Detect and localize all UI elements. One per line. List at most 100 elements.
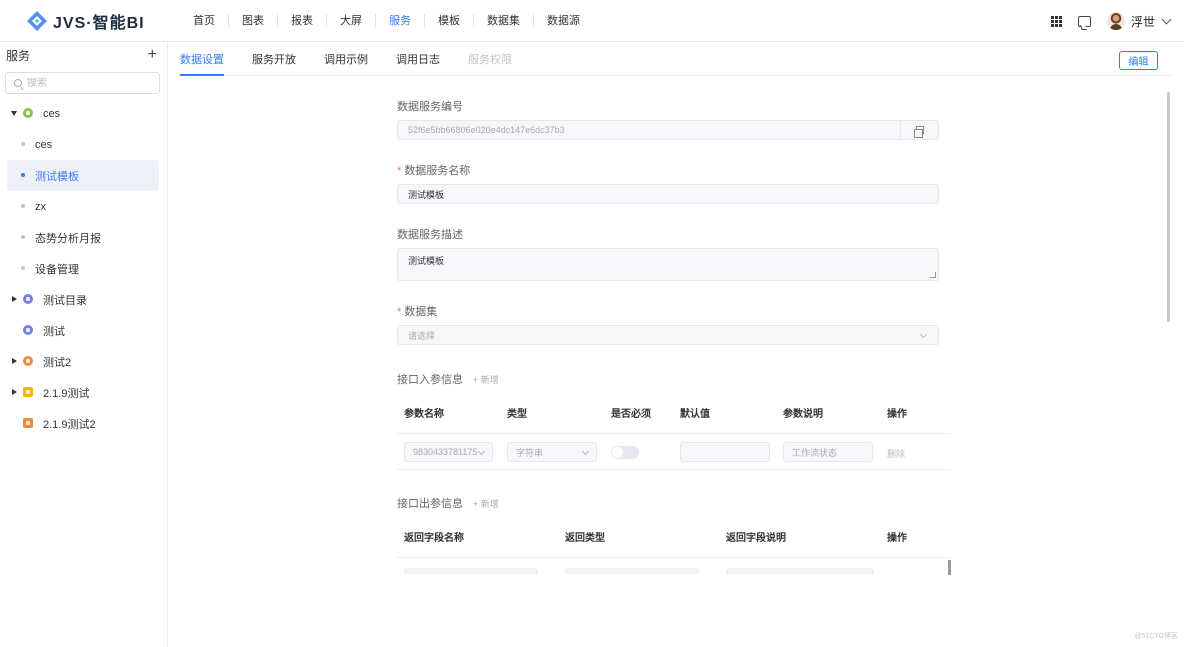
- folder-icon: [23, 108, 33, 118]
- folder-icon: [23, 387, 33, 397]
- resize-handle-icon[interactable]: [930, 272, 936, 278]
- add-input-param-button[interactable]: + 新增: [473, 373, 499, 386]
- tree-folder-test-directory[interactable]: 测试目录: [0, 284, 167, 315]
- tree-item-ces[interactable]: ces: [0, 129, 167, 160]
- nav-datasources[interactable]: 数据源: [534, 14, 593, 28]
- service-id-label: 数据服务编号: [397, 101, 463, 113]
- caret-right-icon[interactable]: [12, 296, 17, 302]
- nav-reports[interactable]: 报表: [278, 13, 327, 28]
- col-actions: 操作: [887, 409, 907, 420]
- chevron-down-icon[interactable]: [1161, 14, 1172, 24]
- required-mark: *: [397, 165, 402, 177]
- sidebar-title: 服务: [6, 48, 31, 63]
- tree-item-zx[interactable]: zx: [0, 191, 167, 222]
- tree-label: 2.1.9测试2: [43, 418, 96, 431]
- output-params-title: 接口出参信息: [397, 498, 463, 510]
- input-params-section: 接口入参信息 + 新增: [397, 371, 499, 387]
- tree-label: 测试: [43, 325, 65, 338]
- folder-icon: [23, 325, 33, 335]
- partial-input[interactable]: [726, 568, 874, 574]
- param-desc-input[interactable]: 工作流状态: [783, 442, 873, 462]
- caret-right-icon[interactable]: [12, 389, 17, 395]
- chevron-down-icon: [477, 447, 486, 456]
- tree-folder-test[interactable]: 测试: [0, 315, 167, 346]
- tab-bar: 数据设置 服务开放 调用示例 调用日志 服务权限: [180, 42, 1172, 76]
- tree-folder-ces[interactable]: ces: [0, 98, 167, 129]
- tree-item-device-management[interactable]: 设备管理: [0, 253, 167, 284]
- required-mark: *: [397, 306, 402, 318]
- nav-datasets[interactable]: 数据集: [474, 13, 534, 28]
- user-area: 浮世: [1050, 0, 1172, 42]
- logo-icon: [26, 10, 48, 32]
- folder-icon: [23, 294, 33, 304]
- output-params-header: 返回字段名称 返回类型 返回字段说明 操作: [397, 516, 950, 558]
- bullet-icon: [21, 173, 25, 177]
- bullet-icon: [21, 204, 25, 208]
- dataset-placeholder: 请选择: [408, 330, 436, 341]
- nav-screens[interactable]: 大屏: [327, 13, 376, 28]
- service-desc-textarea[interactable]: 测试模板: [397, 248, 939, 281]
- chevron-down-icon: [581, 447, 590, 456]
- col-param-name: 参数名称: [404, 409, 444, 420]
- avatar[interactable]: [1106, 12, 1125, 30]
- main-nav: 首页 图表 报表 大屏 服务 模板 数据集 数据源: [180, 13, 593, 28]
- caret-right-icon[interactable]: [12, 358, 17, 364]
- param-name-select[interactable]: 9830433781175: [404, 442, 493, 462]
- sidebar-search[interactable]: [5, 72, 160, 94]
- tab-service-permission[interactable]: 服务权限: [468, 51, 512, 75]
- tab-data-settings[interactable]: 数据设置: [180, 51, 224, 76]
- input-params-title: 接口入参信息: [397, 374, 463, 386]
- service-name-field[interactable]: 测试模板: [397, 184, 939, 204]
- page-scrollbar[interactable]: [1167, 92, 1170, 322]
- tree-label: ces: [35, 138, 53, 151]
- nav-templates[interactable]: 模板: [425, 13, 474, 28]
- message-icon[interactable]: [1077, 15, 1091, 27]
- dataset-select[interactable]: 请选择: [397, 325, 939, 345]
- add-output-param-button[interactable]: + 新增: [473, 497, 499, 510]
- apps-grid-icon[interactable]: [1050, 15, 1062, 27]
- copy-button[interactable]: [900, 120, 938, 140]
- nav-charts[interactable]: 图表: [229, 13, 278, 28]
- col-type: 类型: [507, 409, 527, 420]
- tree-item-test-template[interactable]: 测试模板: [7, 160, 159, 191]
- service-id-field: 52f6e5bb66806e020e4dc147e6dc37b3: [397, 120, 939, 140]
- tree-folder-219-test2[interactable]: 2.1.9测试2: [0, 408, 167, 439]
- tab-call-log[interactable]: 调用日志: [396, 51, 440, 75]
- table-row: 9830433781175 字符串 工作流状态 删除: [397, 434, 950, 470]
- partial-select[interactable]: [565, 568, 699, 574]
- tab-call-example[interactable]: 调用示例: [324, 51, 368, 75]
- service-tree: ces ces 测试模板 zx 态势分析月报 设备管理 测试目录 测试 测试2 …: [0, 98, 167, 439]
- inner-scrollbar[interactable]: [948, 560, 951, 575]
- bullet-icon: [21, 235, 25, 239]
- default-value-input[interactable]: [680, 442, 770, 462]
- tree-folder-219-test[interactable]: 2.1.9测试: [0, 377, 167, 408]
- search-input[interactable]: [27, 77, 147, 89]
- tab-service-open[interactable]: 服务开放: [252, 51, 296, 75]
- col-param-desc: 参数说明: [783, 409, 823, 420]
- tree-folder-test2[interactable]: 测试2: [0, 346, 167, 377]
- user-name[interactable]: 浮世: [1131, 13, 1155, 30]
- col-default: 默认值: [680, 409, 710, 420]
- sidebar-header: 服务 +: [0, 42, 167, 68]
- add-icon[interactable]: +: [148, 47, 157, 63]
- output-params-table: 返回字段名称 返回类型 返回字段说明 操作: [397, 516, 950, 576]
- dataset-label: * 数据集: [397, 303, 437, 319]
- param-desc-placeholder: 工作流状态: [792, 447, 838, 458]
- caret-down-icon[interactable]: [11, 111, 17, 116]
- delete-button[interactable]: 删除: [887, 447, 905, 460]
- col-required: 是否必须: [611, 409, 651, 420]
- param-type-value: 字符串: [516, 447, 544, 458]
- top-nav-bar: JVS·智能BI 首页 图表 报表 大屏 服务 模板 数据集 数据源 浮世: [0, 0, 1184, 42]
- param-type-select[interactable]: 字符串: [507, 442, 597, 462]
- col-return-field-name: 返回字段名称: [404, 533, 464, 544]
- app-logo[interactable]: JVS·智能BI: [26, 9, 176, 33]
- sidebar: 服务 + ces ces 测试模板 zx 态势分析月报 设备管理: [0, 42, 168, 647]
- required-toggle[interactable]: [611, 446, 639, 459]
- tree-item-situation-report[interactable]: 态势分析月报: [0, 222, 167, 253]
- partial-input[interactable]: [404, 568, 538, 574]
- bullet-icon: [21, 142, 25, 146]
- nav-services[interactable]: 服务: [376, 13, 425, 28]
- nav-home[interactable]: 首页: [180, 13, 229, 28]
- edit-button[interactable]: 编辑: [1119, 51, 1158, 70]
- tree-label: 测试目录: [43, 294, 87, 307]
